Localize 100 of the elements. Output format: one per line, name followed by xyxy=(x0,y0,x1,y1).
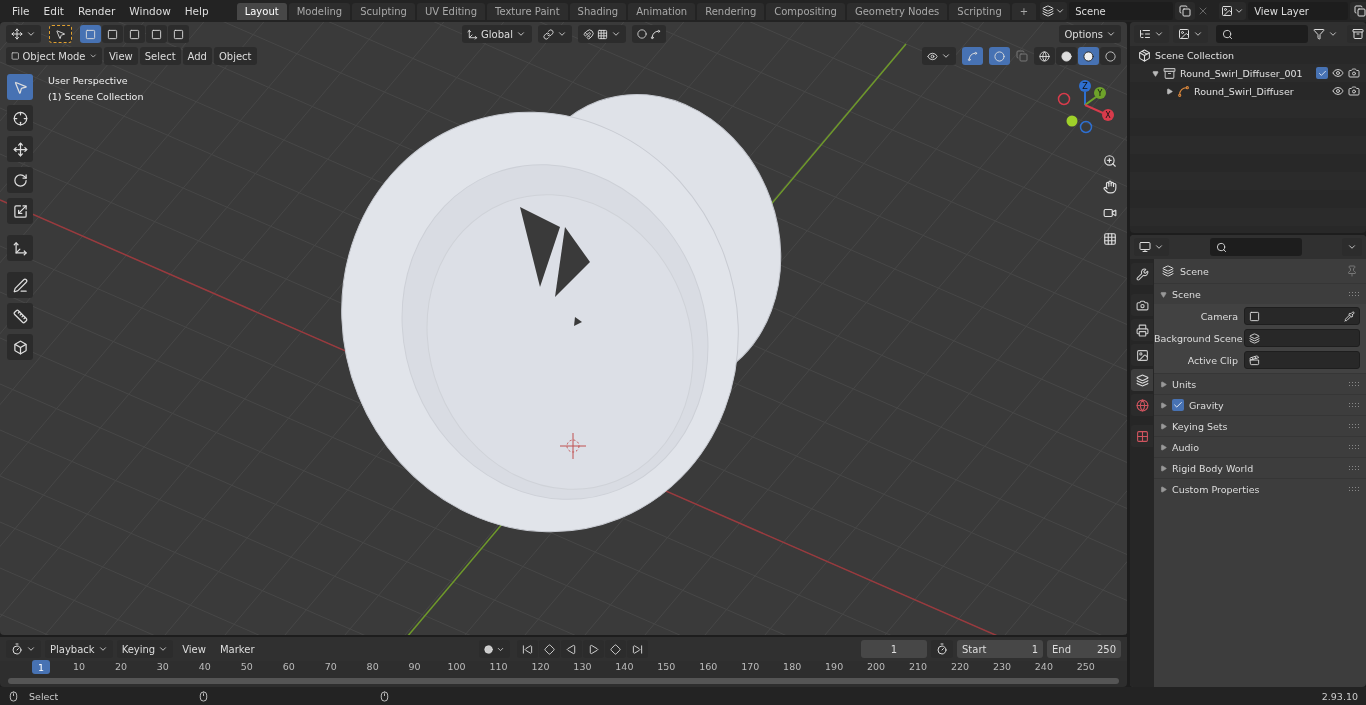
workspace-tab[interactable]: Compositing xyxy=(766,2,845,20)
tool-button[interactable] xyxy=(7,105,33,131)
view-layer-selector[interactable] xyxy=(1219,2,1247,20)
shading-mode-button[interactable] xyxy=(1034,47,1055,65)
end-frame-field[interactable]: End 250 xyxy=(1047,640,1121,658)
jump-start-button[interactable] xyxy=(517,640,538,658)
current-frame-marker[interactable]: 1 xyxy=(32,660,50,674)
menu-item[interactable]: Render xyxy=(71,5,122,17)
workspace-tab[interactable]: UV Editing xyxy=(416,2,486,20)
object-field[interactable] xyxy=(1244,307,1360,325)
menu-item[interactable]: Edit xyxy=(37,5,70,17)
copy-button[interactable] xyxy=(1350,2,1366,20)
viewport-menu[interactable]: View xyxy=(104,47,138,65)
select-mode-button[interactable] xyxy=(146,25,167,43)
play-button[interactable] xyxy=(583,640,604,658)
transform-orientation-dropdown[interactable]: Global xyxy=(461,25,532,43)
display-mode-button[interactable] xyxy=(1173,25,1208,43)
tool-button[interactable] xyxy=(7,198,33,224)
exclude-checkbox[interactable] xyxy=(1316,67,1328,79)
timeline-menu[interactable]: View xyxy=(177,640,211,658)
visibility-dropdown[interactable] xyxy=(922,47,956,65)
timeline-menu[interactable]: Playback xyxy=(45,640,113,658)
timeline-menu[interactable]: Marker xyxy=(214,640,260,658)
workspace-tab[interactable]: Rendering xyxy=(697,2,765,20)
editor-type-button[interactable] xyxy=(6,640,41,658)
gizmo-toggle[interactable] xyxy=(962,47,983,65)
start-frame-field[interactable]: Start 1 xyxy=(957,640,1043,658)
object-field[interactable] xyxy=(1244,351,1360,369)
scene-selector[interactable] xyxy=(1040,2,1068,20)
mode-dropdown[interactable]: Object Mode xyxy=(6,47,102,65)
properties-tab[interactable] xyxy=(1131,319,1153,341)
menu-item[interactable]: File xyxy=(6,5,36,17)
workspace-tab[interactable]: Modeling xyxy=(288,2,351,20)
navigation-gizmo[interactable]: Z Y X xyxy=(1057,80,1114,134)
workspace-tab[interactable]: Scripting xyxy=(949,2,1010,20)
scene-name-field[interactable]: Scene xyxy=(1069,2,1174,20)
pivot-dropdown[interactable] xyxy=(537,25,572,43)
tool-button[interactable] xyxy=(49,25,72,43)
search-field[interactable] xyxy=(1216,25,1308,43)
next-keyframe-button[interactable] xyxy=(605,640,626,658)
record-button[interactable] xyxy=(479,640,510,658)
tool-button[interactable] xyxy=(7,235,33,261)
outliner-item-label[interactable]: Scene Collection xyxy=(1155,49,1234,61)
search-field[interactable] xyxy=(1209,238,1302,256)
camera-icon[interactable] xyxy=(1348,85,1360,97)
new-collection-button[interactable] xyxy=(1347,25,1366,43)
shading-mode-button[interactable] xyxy=(1100,47,1121,65)
select-mode-button[interactable] xyxy=(80,25,101,43)
preview-range-button[interactable] xyxy=(931,640,953,658)
editor-type-button[interactable] xyxy=(1134,238,1169,256)
properties-tab[interactable] xyxy=(1131,344,1153,366)
disclosure-triangle-icon[interactable] xyxy=(1166,87,1173,95)
shading-mode-button[interactable] xyxy=(1078,47,1099,65)
tool-button[interactable] xyxy=(7,303,33,329)
viewport-menu[interactable]: Select xyxy=(139,47,181,65)
menu-item[interactable]: Help xyxy=(178,5,215,17)
object-field[interactable] xyxy=(1244,329,1360,347)
tool-button[interactable] xyxy=(7,136,33,162)
tool-button[interactable] xyxy=(7,334,33,360)
tool-button[interactable] xyxy=(7,167,33,193)
outliner-item-label[interactable]: Round_Swirl_Diffuser_001 xyxy=(1180,67,1303,79)
select-mode-button[interactable] xyxy=(168,25,189,43)
workspace-tab[interactable]: Geometry Nodes xyxy=(846,2,948,20)
outliner-item-label[interactable]: Round_Swirl_Diffuser xyxy=(1194,85,1294,97)
workspace-tab[interactable]: Shading xyxy=(569,2,627,20)
disclosure-triangle-icon[interactable] xyxy=(1152,69,1159,77)
view-layer-field[interactable]: View Layer xyxy=(1248,2,1349,20)
viewport-menu[interactable]: Add xyxy=(182,47,212,65)
eye-icon[interactable] xyxy=(1332,85,1344,97)
workspace-tab[interactable]: Animation xyxy=(628,2,696,20)
workspace-tab[interactable]: Sculpting xyxy=(352,2,415,20)
pin-icon[interactable] xyxy=(1346,265,1358,277)
proportional-edit-button[interactable] xyxy=(631,25,666,43)
copy-button[interactable] xyxy=(1175,2,1196,20)
start-frame-value[interactable]: 1 xyxy=(1031,643,1038,655)
end-frame-value[interactable]: 250 xyxy=(1096,643,1116,655)
properties-tab[interactable] xyxy=(1131,294,1153,316)
editor-type-button[interactable] xyxy=(6,25,41,43)
menu-item[interactable]: Window xyxy=(123,5,177,17)
camera-icon[interactable] xyxy=(1348,67,1360,79)
tool-button[interactable] xyxy=(7,272,33,298)
overlay-toggle[interactable] xyxy=(989,47,1010,65)
shading-mode-button[interactable] xyxy=(1056,47,1077,65)
select-mode-button[interactable] xyxy=(102,25,123,43)
jump-end-button[interactable] xyxy=(627,640,648,658)
properties-tab[interactable] xyxy=(1131,369,1153,391)
current-frame-field[interactable]: 1 xyxy=(861,640,927,658)
prev-keyframe-button[interactable] xyxy=(539,640,560,658)
select-mode-button[interactable] xyxy=(124,25,145,43)
viewport-menu[interactable]: Object xyxy=(213,47,257,65)
workspace-tab[interactable]: Layout xyxy=(236,2,287,20)
workspace-tab[interactable]: Texture Paint xyxy=(487,2,568,20)
options-dropdown[interactable]: Options xyxy=(1059,25,1121,43)
properties-tab[interactable] xyxy=(1131,263,1153,285)
timeline-scrollbar[interactable] xyxy=(8,678,1119,684)
gravity-checkbox[interactable] xyxy=(1172,399,1184,411)
play-reverse-button[interactable] xyxy=(561,640,582,658)
editor-type-button[interactable] xyxy=(1134,25,1169,43)
timeline-menu[interactable]: Keying xyxy=(116,640,174,658)
snap-button[interactable] xyxy=(577,25,626,43)
